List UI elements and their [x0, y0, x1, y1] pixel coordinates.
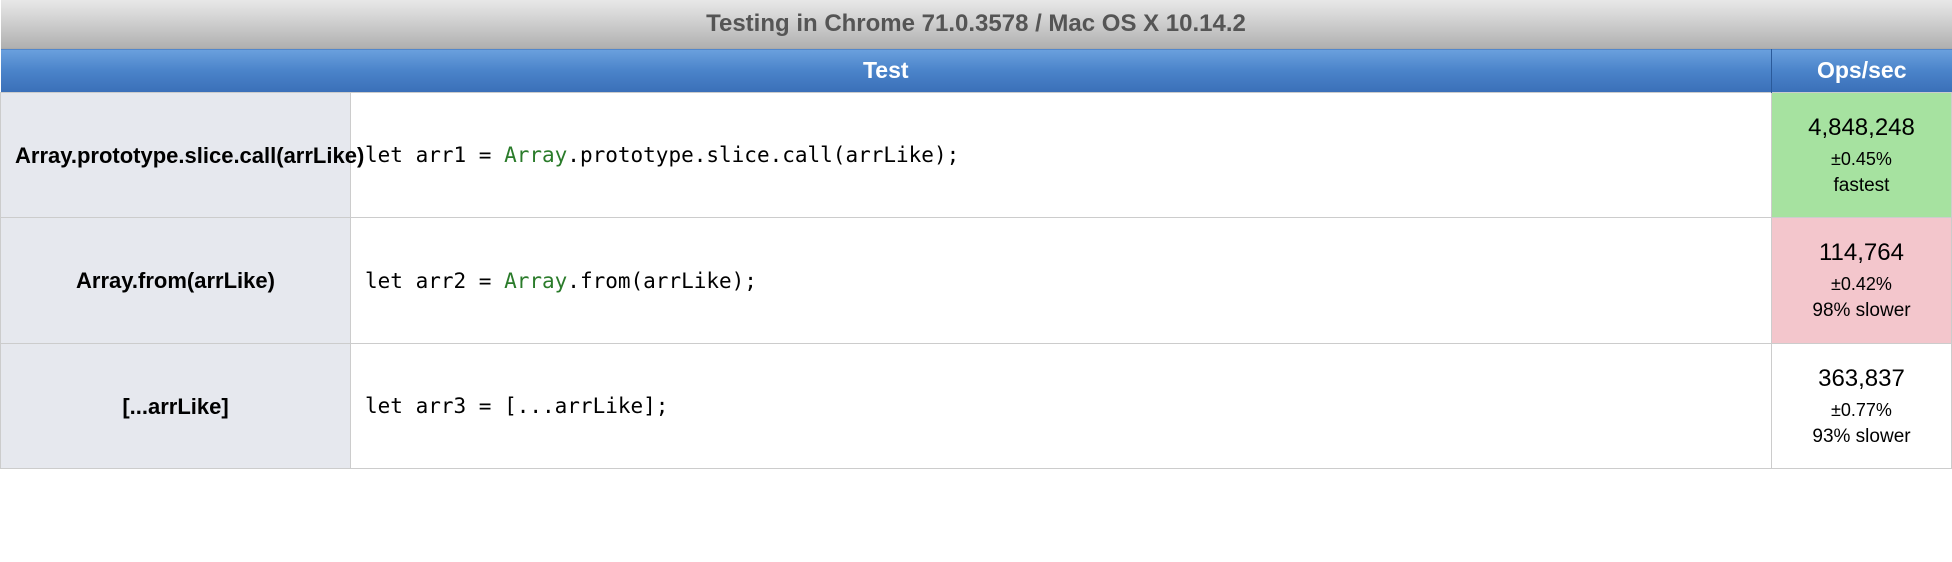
code-prefix: let arr2 =: [365, 269, 504, 293]
code-ident: Array: [504, 143, 567, 167]
test-name: Array.from(arrLike): [1, 218, 351, 343]
code-prefix: let arr1 =: [365, 143, 504, 167]
table-title: Testing in Chrome 71.0.3578 / Mac OS X 1…: [1, 0, 1952, 49]
test-code: let arr3 = [...arrLike];: [351, 343, 1772, 468]
benchmark-table: Testing in Chrome 71.0.3578 / Mac OS X 1…: [0, 0, 1952, 469]
code-suffix: .from(arrLike);: [567, 269, 757, 293]
ops-cell: 363,837 ±0.77% 93% slower: [1771, 343, 1951, 468]
table-row: Array.from(arrLike) let arr2 = Array.fro…: [1, 218, 1952, 343]
ops-note: fastest: [1786, 172, 1937, 200]
header-test: Test: [1, 49, 1772, 93]
ops-cell: 4,848,248 ±0.45% fastest: [1771, 93, 1951, 218]
title-row: Testing in Chrome 71.0.3578 / Mac OS X 1…: [1, 0, 1952, 49]
table-row: Array.prototype.slice.call(arrLike) let …: [1, 93, 1952, 218]
ops-margin: ±0.77%: [1786, 397, 1937, 423]
code-suffix: .prototype.slice.call(arrLike);: [567, 143, 959, 167]
test-name: Array.prototype.slice.call(arrLike): [1, 93, 351, 218]
ops-note: 93% slower: [1786, 423, 1937, 451]
ops-value: 4,848,248: [1786, 111, 1937, 146]
test-code: let arr2 = Array.from(arrLike);: [351, 218, 1772, 343]
ops-value: 114,764: [1786, 236, 1937, 271]
test-name: [...arrLike]: [1, 343, 351, 468]
header-ops: Ops/sec: [1771, 49, 1951, 93]
code-ident: Array: [504, 269, 567, 293]
header-row: Test Ops/sec: [1, 49, 1952, 93]
ops-margin: ±0.45%: [1786, 146, 1937, 172]
test-code: let arr1 = Array.prototype.slice.call(ar…: [351, 93, 1772, 218]
ops-value: 363,837: [1786, 362, 1937, 397]
code-prefix: let arr3 = [...arrLike];: [365, 394, 668, 418]
ops-margin: ±0.42%: [1786, 271, 1937, 297]
ops-cell: 114,764 ±0.42% 98% slower: [1771, 218, 1951, 343]
table-row: [...arrLike] let arr3 = [...arrLike]; 36…: [1, 343, 1952, 468]
ops-note: 98% slower: [1786, 297, 1937, 325]
